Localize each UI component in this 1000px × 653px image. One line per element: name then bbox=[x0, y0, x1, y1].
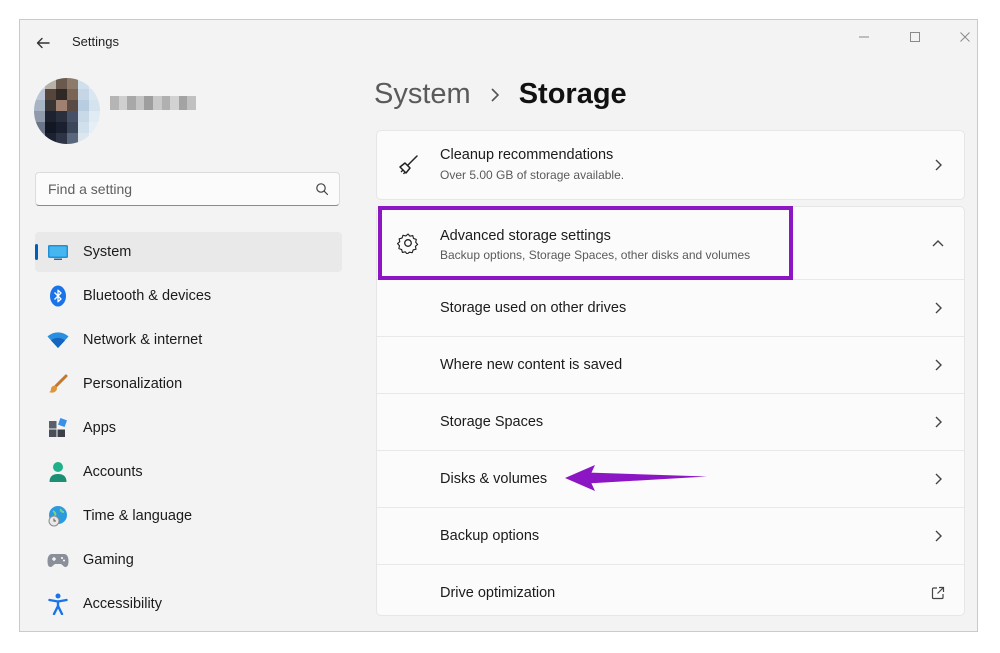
list-item-label: Drive optimization bbox=[440, 585, 556, 601]
sidebar-item-label: Personalization bbox=[83, 376, 183, 392]
gear-icon bbox=[397, 232, 419, 254]
app-title: Settings bbox=[72, 34, 119, 49]
gamepad-icon bbox=[47, 549, 69, 571]
profile-name-blurred bbox=[110, 96, 196, 110]
person-icon bbox=[47, 461, 69, 483]
chevron-right-icon bbox=[930, 157, 946, 173]
sidebar-item-network[interactable]: Network & internet bbox=[35, 320, 342, 360]
apps-icon bbox=[47, 417, 69, 439]
accessibility-icon bbox=[47, 593, 69, 615]
maximize-button[interactable] bbox=[897, 24, 933, 50]
breadcrumb-parent[interactable]: System bbox=[374, 78, 471, 111]
back-button[interactable] bbox=[32, 32, 54, 54]
list-item-label: Disks & volumes bbox=[440, 471, 548, 487]
maximize-icon bbox=[910, 32, 920, 42]
page-title: Storage bbox=[518, 78, 627, 110]
cleanup-title: Cleanup recommendations bbox=[440, 147, 614, 163]
sidebar-item-gaming[interactable]: Gaming bbox=[35, 540, 342, 580]
list-item-drive-optimization[interactable]: Drive optimization bbox=[377, 564, 964, 621]
sidebar-item-label: Apps bbox=[83, 420, 117, 436]
sidebar-item-accounts[interactable]: Accounts bbox=[35, 452, 342, 492]
advanced-storage-header[interactable]: Advanced storage settings Backup options… bbox=[377, 207, 964, 279]
list-item-label: Backup options bbox=[440, 528, 540, 544]
back-arrow-icon bbox=[36, 37, 50, 49]
close-icon bbox=[960, 32, 970, 42]
list-item-label: Storage Spaces bbox=[440, 414, 544, 430]
search-icon bbox=[316, 183, 329, 196]
cleanup-description: Over 5.00 GB of storage available. bbox=[440, 168, 625, 182]
advanced-storage-title: Advanced storage settings bbox=[440, 228, 611, 244]
wifi-icon bbox=[47, 329, 69, 351]
list-item-new-content[interactable]: Where new content is saved bbox=[377, 336, 964, 393]
sidebar-item-label: Accessibility bbox=[83, 596, 162, 612]
sidebar-item-label: Gaming bbox=[83, 552, 134, 568]
advanced-storage-description: Backup options, Storage Spaces, other di… bbox=[440, 248, 751, 262]
avatar bbox=[34, 78, 100, 144]
list-item-label: Storage used on other drives bbox=[440, 300, 627, 316]
sidebar-item-accessibility[interactable]: Accessibility bbox=[35, 584, 342, 624]
bluetooth-icon bbox=[47, 285, 69, 307]
chevron-up-icon bbox=[930, 235, 946, 251]
sidebar-item-apps[interactable]: Apps bbox=[35, 408, 342, 448]
cleanup-recommendations-card[interactable]: Cleanup recommendations Over 5.00 GB of … bbox=[376, 130, 965, 200]
sidebar-item-time-language[interactable]: Time & language bbox=[35, 496, 342, 536]
list-item-storage-other-drives[interactable]: Storage used on other drives bbox=[377, 279, 964, 336]
list-item-backup-options[interactable]: Backup options bbox=[377, 507, 964, 564]
advanced-storage-card: Advanced storage settings Backup options… bbox=[376, 206, 965, 616]
chevron-right-icon bbox=[930, 414, 946, 430]
sidebar-item-system[interactable]: System bbox=[35, 232, 342, 272]
sidebar-item-label: System bbox=[83, 244, 132, 260]
sidebar-item-label: Time & language bbox=[83, 508, 193, 524]
breadcrumb: System Storage bbox=[374, 78, 627, 111]
chevron-right-icon bbox=[930, 300, 946, 316]
sidebar-item-label: Accounts bbox=[83, 464, 143, 480]
paintbrush-icon bbox=[47, 373, 69, 395]
minimize-icon bbox=[859, 36, 869, 38]
sidebar-item-label: Bluetooth & devices bbox=[83, 288, 212, 304]
title-bar: Settings bbox=[20, 20, 977, 64]
sidebar-item-bluetooth[interactable]: Bluetooth & devices bbox=[35, 276, 342, 316]
user-profile[interactable] bbox=[34, 78, 334, 144]
breadcrumb-separator-icon bbox=[489, 87, 501, 103]
cleanup-recommendations-row[interactable]: Cleanup recommendations Over 5.00 GB of … bbox=[377, 131, 964, 199]
external-link-icon bbox=[930, 585, 946, 601]
sidebar-item-label: Network & internet bbox=[83, 332, 203, 348]
chevron-right-icon bbox=[930, 471, 946, 487]
globe-clock-icon bbox=[47, 505, 69, 527]
chevron-right-icon bbox=[930, 528, 946, 544]
minimize-button[interactable] bbox=[846, 24, 882, 50]
list-item-storage-spaces[interactable]: Storage Spaces bbox=[377, 393, 964, 450]
system-icon bbox=[47, 241, 69, 263]
search-input[interactable] bbox=[46, 180, 315, 198]
list-item-label: Where new content is saved bbox=[440, 357, 623, 373]
sidebar-nav: System Bluetooth & devices Network & int… bbox=[35, 232, 342, 628]
search-box[interactable] bbox=[35, 172, 340, 206]
sidebar-item-personalization[interactable]: Personalization bbox=[35, 364, 342, 404]
settings-window: Settings System bbox=[19, 19, 978, 632]
close-button[interactable] bbox=[947, 24, 977, 50]
annotation-arrow-icon bbox=[565, 465, 707, 491]
chevron-right-icon bbox=[930, 357, 946, 373]
broom-icon bbox=[397, 154, 419, 176]
